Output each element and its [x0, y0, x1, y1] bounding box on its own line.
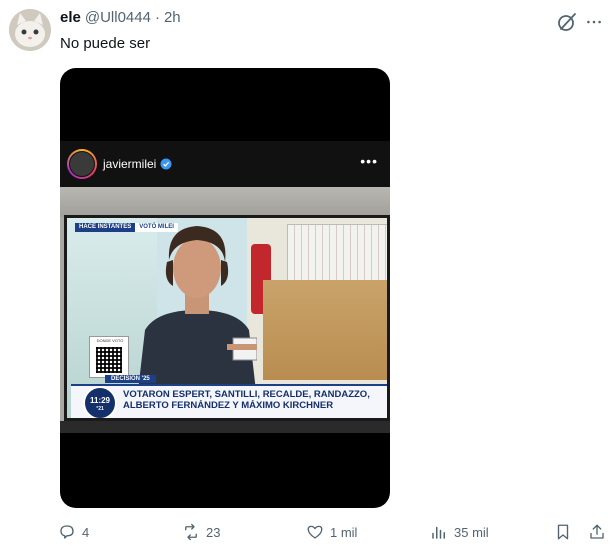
- like-button[interactable]: 1 mil: [306, 521, 357, 543]
- news-tag: HACE INSTANTES VOTÓ MILEI: [75, 223, 178, 232]
- electoral-board: [287, 224, 387, 284]
- instagram-more-icon: •••: [360, 153, 378, 169]
- bookmark-icon: [557, 524, 569, 540]
- user-avatar[interactable]: [9, 9, 51, 51]
- more-options-icon[interactable]: [584, 11, 604, 33]
- instagram-username-label: javiermilei: [103, 157, 157, 171]
- repost-icon: [185, 523, 197, 541]
- tweet-header: ele @Ull0444 · 2h: [60, 9, 181, 26]
- verified-badge-icon: [160, 158, 172, 170]
- voter-figure: [137, 226, 257, 400]
- chyron-headline: VOTARON ESPERT, SANTILLI, RECALDE, RANDA…: [123, 389, 370, 411]
- ballot-boxes: [263, 280, 387, 380]
- news-chyron: 11:29 °21 VOTARON ESPERT, SANTILLI, RECA…: [71, 384, 387, 418]
- tweet-media[interactable]: javiermilei ••• DONDE VOTO HACE INSTANTE…: [60, 68, 390, 508]
- views-button[interactable]: 35 mil: [430, 521, 489, 543]
- decision-tag: DECISIÓN '25: [105, 375, 156, 383]
- channel-clock: 11:29 °21: [83, 386, 117, 418]
- repost-button[interactable]: 23: [182, 521, 220, 543]
- repost-count: 23: [206, 524, 221, 540]
- instagram-avatar: [67, 149, 97, 179]
- instagram-post-header: javiermilei •••: [60, 141, 390, 187]
- tweet-text: No puede ser: [60, 35, 151, 52]
- like-count: 1 mil: [330, 524, 358, 540]
- grok-icon[interactable]: [556, 11, 578, 33]
- qr-code-sign: DONDE VOTO: [89, 336, 129, 378]
- tweet-timestamp[interactable]: 2h: [164, 9, 181, 26]
- bookmark-button[interactable]: [554, 521, 572, 543]
- user-handle[interactable]: @Ull0444: [85, 9, 151, 26]
- tv-screen-photo: DONDE VOTO HACE INSTANTES VOTÓ MILEI DEC…: [60, 187, 390, 433]
- reply-button[interactable]: 4: [58, 521, 89, 543]
- tweet-actions: 4 23 1 mil 35 mil: [58, 521, 606, 543]
- share-button[interactable]: [588, 521, 606, 543]
- heart-icon: [307, 525, 323, 539]
- display-name[interactable]: ele: [60, 9, 81, 26]
- cat-avatar-image: [9, 9, 51, 51]
- reply-icon: [60, 525, 74, 539]
- reply-count: 4: [82, 524, 90, 540]
- views-count: 35 mil: [454, 524, 489, 540]
- separator-dot: ·: [154, 9, 160, 26]
- television: DONDE VOTO HACE INSTANTES VOTÓ MILEI DEC…: [64, 215, 390, 421]
- views-icon: [432, 526, 445, 539]
- instagram-username: javiermilei: [103, 157, 172, 171]
- share-icon: [590, 524, 604, 539]
